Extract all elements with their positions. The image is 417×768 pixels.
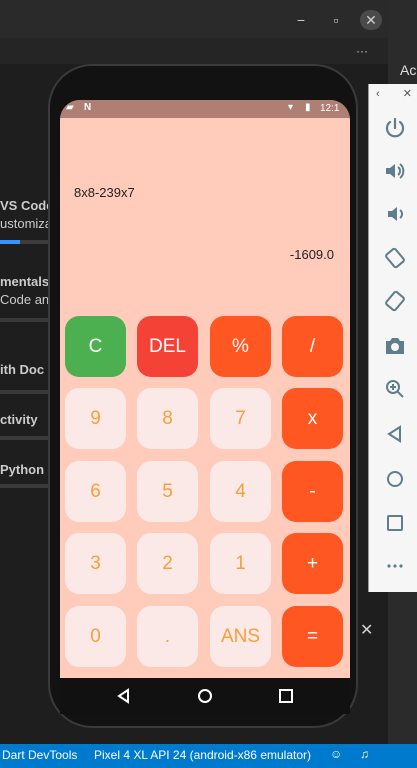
digit-3-button[interactable]: 3 bbox=[65, 533, 126, 594]
progress-bar bbox=[0, 240, 48, 244]
device-selector[interactable]: Pixel 4 XL API 24 (android-x86 emulator) bbox=[94, 748, 311, 762]
percent-button[interactable]: % bbox=[210, 316, 271, 377]
sidebar-item-vscode[interactable]: VS Code bbox=[0, 198, 53, 213]
maximize-button[interactable]: ▫ bbox=[325, 10, 347, 30]
right-panel-title: Ac bbox=[400, 62, 417, 78]
sidebar-item-fundamentals[interactable]: mentals bbox=[0, 274, 49, 289]
digit-2-button[interactable]: 2 bbox=[137, 533, 198, 594]
more-actions-button[interactable]: ··· bbox=[356, 44, 368, 58]
sidebar-item-customize: ustomiza bbox=[0, 216, 53, 231]
android-nav-bar bbox=[60, 678, 350, 714]
divider bbox=[0, 484, 48, 488]
ide-status-bar: Dart DevTools Pixel 4 XL API 24 (android… bbox=[0, 744, 417, 768]
volume-up-icon[interactable] bbox=[383, 159, 407, 183]
nav-overview-icon[interactable] bbox=[276, 686, 296, 706]
sidebar-item-activity[interactable]: ctivity bbox=[0, 412, 38, 427]
nav-home-icon[interactable] bbox=[195, 686, 215, 706]
divider bbox=[0, 318, 48, 322]
digit-8-button[interactable]: 8 bbox=[137, 388, 198, 449]
camera-icon[interactable] bbox=[383, 334, 407, 358]
divider bbox=[0, 390, 48, 394]
home-icon[interactable] bbox=[383, 467, 407, 491]
digit-5-button[interactable]: 5 bbox=[137, 461, 198, 522]
more-icon[interactable] bbox=[383, 554, 407, 578]
close-window-button[interactable]: ✕ bbox=[360, 10, 382, 30]
digit-6-button[interactable]: 6 bbox=[65, 461, 126, 522]
rotate-right-icon[interactable] bbox=[383, 289, 407, 313]
back-icon[interactable] bbox=[383, 422, 407, 446]
zoom-icon[interactable] bbox=[383, 377, 407, 401]
n-notification-icon: N bbox=[84, 102, 92, 113]
digit-7-button[interactable]: 7 bbox=[210, 388, 271, 449]
battery-icon: ▮ bbox=[305, 102, 311, 113]
digit-1-button[interactable]: 1 bbox=[210, 533, 271, 594]
result-display: -1609.0 bbox=[289, 247, 334, 262]
right-panel-header: Ac bbox=[388, 60, 417, 82]
collapse-icon[interactable]: ‹ bbox=[376, 88, 380, 100]
minimize-button[interactable]: − bbox=[290, 10, 312, 30]
notification-icon: ▰ bbox=[66, 102, 74, 113]
delete-button[interactable]: DEL bbox=[137, 316, 198, 377]
ide-tab-strip: ··· bbox=[0, 38, 388, 64]
clear-button[interactable]: C bbox=[65, 316, 126, 377]
ans-button[interactable]: ANS bbox=[210, 606, 271, 667]
notifications-bell-icon[interactable]: ♫ bbox=[360, 747, 369, 761]
volume-down-icon[interactable] bbox=[383, 202, 407, 226]
wifi-icon: ▾ bbox=[288, 102, 294, 113]
digit-4-button[interactable]: 4 bbox=[210, 461, 271, 522]
equals-button[interactable]: = bbox=[282, 606, 343, 667]
panel-close-icon[interactable]: ✕ bbox=[360, 620, 373, 640]
emulator-toolbar: ‹ ✕ bbox=[368, 84, 417, 592]
sidebar-item-python[interactable]: Python c bbox=[0, 462, 55, 477]
android-status-bar: ▰ N ▾ ▮ 12:1 bbox=[60, 100, 350, 118]
close-icon[interactable]: ✕ bbox=[403, 87, 412, 100]
sidebar-item-docs[interactable]: ith Doc bbox=[0, 362, 44, 377]
nav-back-icon[interactable] bbox=[114, 686, 134, 706]
overview-icon[interactable] bbox=[383, 511, 407, 535]
subtract-button[interactable]: - bbox=[282, 461, 343, 522]
dart-devtools-button[interactable]: Dart DevTools bbox=[2, 748, 77, 762]
digit-9-button[interactable]: 9 bbox=[65, 388, 126, 449]
multiply-button[interactable]: x bbox=[282, 388, 343, 449]
expression-display: 8x8-239x7 bbox=[74, 185, 135, 200]
divider bbox=[0, 436, 48, 440]
digit-0-button[interactable]: 0 bbox=[65, 606, 126, 667]
ide-titlebar: − ▫ ✕ bbox=[0, 0, 388, 38]
toolbar-header: ‹ ✕ bbox=[369, 84, 417, 108]
power-icon[interactable] bbox=[383, 116, 407, 140]
status-time: 12:1 bbox=[320, 103, 340, 114]
calculator-screen: ▰ N ▾ ▮ 12:1 8x8-239x7 -1609.0 C DEL % /… bbox=[60, 100, 350, 678]
add-button[interactable]: + bbox=[282, 533, 343, 594]
feedback-icon[interactable]: ☺ bbox=[330, 747, 342, 761]
decimal-button[interactable]: . bbox=[137, 606, 198, 667]
rotate-left-icon[interactable] bbox=[383, 246, 407, 270]
divide-button[interactable]: / bbox=[282, 316, 343, 377]
